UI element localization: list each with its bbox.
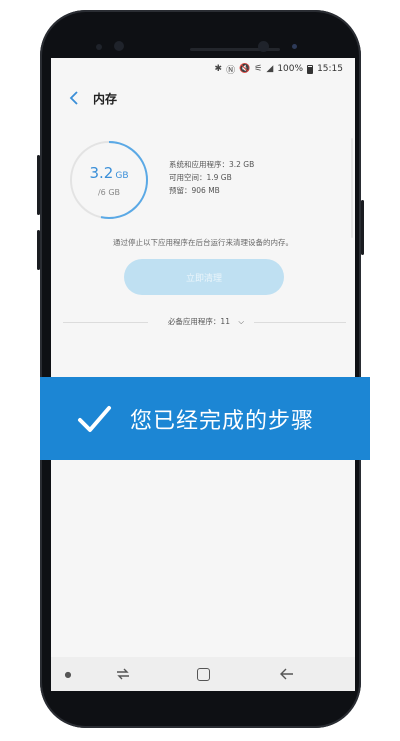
page-title: 内存	[93, 91, 118, 106]
essential-apps-label: 必备应用程序：11	[161, 317, 236, 326]
nav-dot-icon[interactable]: ●	[63, 657, 73, 691]
proximity-sensor	[292, 44, 297, 49]
navigation-bar: ●	[51, 657, 355, 691]
recent-apps-icon[interactable]	[109, 657, 137, 691]
home-icon	[196, 667, 210, 681]
memory-used: 3.2 GB	[67, 164, 151, 182]
scrollbar[interactable]	[351, 138, 353, 238]
memory-stats: 系统和应用程序：3.2 GB 可用空间：1.9 GB 预留：906 MB	[169, 158, 254, 197]
system-apps-stat: 系统和应用程序：3.2 GB	[169, 160, 255, 169]
available-stat: 可用空间：1.9 GB	[169, 173, 232, 182]
power-button	[361, 200, 364, 255]
memory-total: /6 GB	[97, 188, 120, 197]
reserved-stat: 预留：906 MB	[169, 186, 220, 195]
battery-percent: 100%	[277, 64, 304, 74]
memory-usage-text: 3.2 GB /6 GB	[67, 138, 151, 222]
chevron-down-icon: ⌵	[238, 317, 245, 326]
memory-used-unit: GB	[115, 171, 129, 181]
back-arrow-icon[interactable]	[65, 89, 83, 107]
clean-now-button[interactable]: 立即清理	[124, 259, 284, 295]
nfc-icon: Ⓝ	[226, 65, 236, 76]
banner-text: 您已经完成的步骤	[130, 408, 315, 434]
completion-banner: 您已经完成的步骤	[40, 377, 370, 460]
status-bar: ✱ Ⓝ 🔇 ⚟ ◢ 100% 15:15	[51, 58, 355, 80]
signal-icon: ◢	[266, 64, 274, 74]
essential-apps-toggle[interactable]: 必备应用程序：11 ⌵	[51, 316, 355, 327]
mute-icon: 🔇	[239, 64, 251, 74]
wifi-icon: ⚟	[254, 64, 263, 74]
iris-sensor	[96, 44, 102, 50]
home-button[interactable]	[189, 657, 217, 691]
front-camera	[114, 41, 124, 51]
bixby-button	[37, 230, 40, 270]
front-camera-right	[258, 41, 269, 52]
clean-hint-text: 通过停止以下应用程序在后台运行来清理设备的内存。	[113, 238, 293, 247]
back-nav-icon[interactable]	[273, 657, 301, 691]
app-bar: 内存	[51, 80, 355, 116]
volume-button	[37, 155, 40, 215]
bluetooth-icon: ✱	[214, 64, 223, 74]
battery-icon	[307, 64, 314, 74]
clock: 15:15	[317, 64, 343, 74]
device-screen: ✱ Ⓝ 🔇 ⚟ ◢ 100% 15:15 内存 3.2 GB /6 GB 系统和应…	[51, 58, 355, 691]
memory-used-value: 3.2	[89, 164, 114, 182]
checkmark-icon	[78, 405, 111, 432]
